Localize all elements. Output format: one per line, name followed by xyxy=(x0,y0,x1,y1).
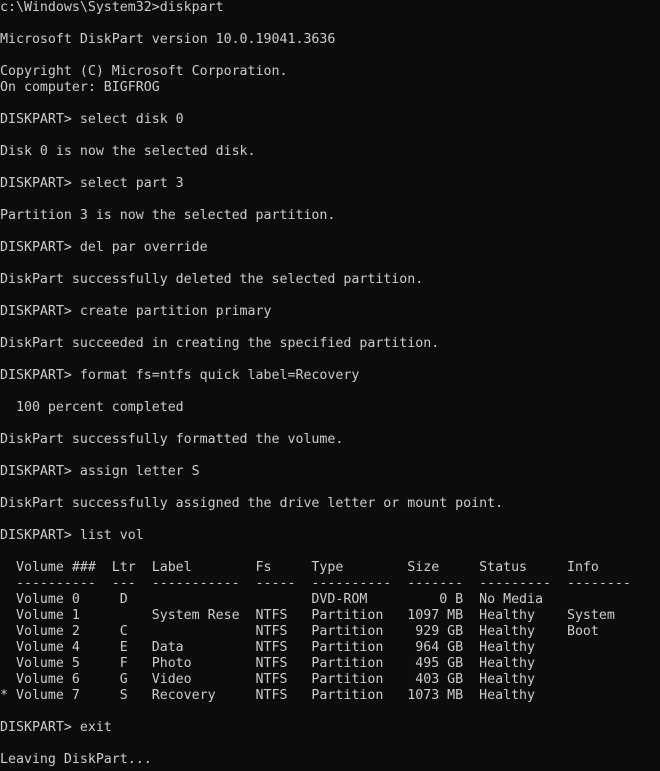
console-line: DISKPART> exit xyxy=(0,720,112,735)
console-line: DISKPART> assign letter S xyxy=(0,464,200,479)
console-line: Volume 1 System Rese NTFS Partition 1097… xyxy=(0,608,615,623)
console-line: On computer: BIGFROG xyxy=(0,80,160,95)
console-line: DISKPART> create partition primary xyxy=(0,304,272,319)
console-line: Volume 2 C NTFS Partition 929 GB Healthy… xyxy=(0,624,599,639)
console-line: DiskPart succeeded in creating the speci… xyxy=(0,336,440,351)
console-line: ---------- --- ----------- ----- -------… xyxy=(0,576,631,591)
console-line: DISKPART> format fs=ntfs quick label=Rec… xyxy=(0,368,360,383)
console-line: DISKPART> del par override xyxy=(0,240,208,255)
console-line: Volume ### Ltr Label Fs Type Size Status… xyxy=(0,560,599,575)
console-line: Microsoft DiskPart version 10.0.19041.36… xyxy=(0,32,336,47)
console-line: Partition 3 is now the selected partitio… xyxy=(0,208,336,223)
console-line: DiskPart successfully assigned the drive… xyxy=(0,496,504,511)
console-line: DiskPart successfully deleted the select… xyxy=(0,272,424,287)
console-line: 100 percent completed xyxy=(0,400,184,415)
console-line: Disk 0 is now the selected disk. xyxy=(0,144,256,159)
console-line: Volume 0 D DVD-ROM 0 B No Media xyxy=(0,592,544,607)
console-line: DISKPART> list vol xyxy=(0,528,144,543)
console-line: c:\Windows\System32>diskpart xyxy=(0,0,224,15)
console-line: Leaving DiskPart... xyxy=(0,752,152,767)
console-line: Volume 5 F Photo NTFS Partition 495 GB H… xyxy=(0,656,536,671)
console-line: Volume 6 G Video NTFS Partition 403 GB H… xyxy=(0,672,536,687)
console-line: DISKPART> select part 3 xyxy=(0,176,184,191)
console-output: c:\Windows\System32>diskpart Microsoft Di… xyxy=(0,0,660,768)
console-window[interactable]: c:\Windows\System32>diskpart Microsoft Di… xyxy=(0,0,660,771)
console-line: * Volume 7 S Recovery NTFS Partition 107… xyxy=(0,688,536,703)
console-line: Copyright (C) Microsoft Corporation. xyxy=(0,64,288,79)
console-line: DiskPart successfully formatted the volu… xyxy=(0,432,344,447)
console-line: DISKPART> select disk 0 xyxy=(0,112,184,127)
console-line: Volume 4 E Data NTFS Partition 964 GB He… xyxy=(0,640,536,655)
